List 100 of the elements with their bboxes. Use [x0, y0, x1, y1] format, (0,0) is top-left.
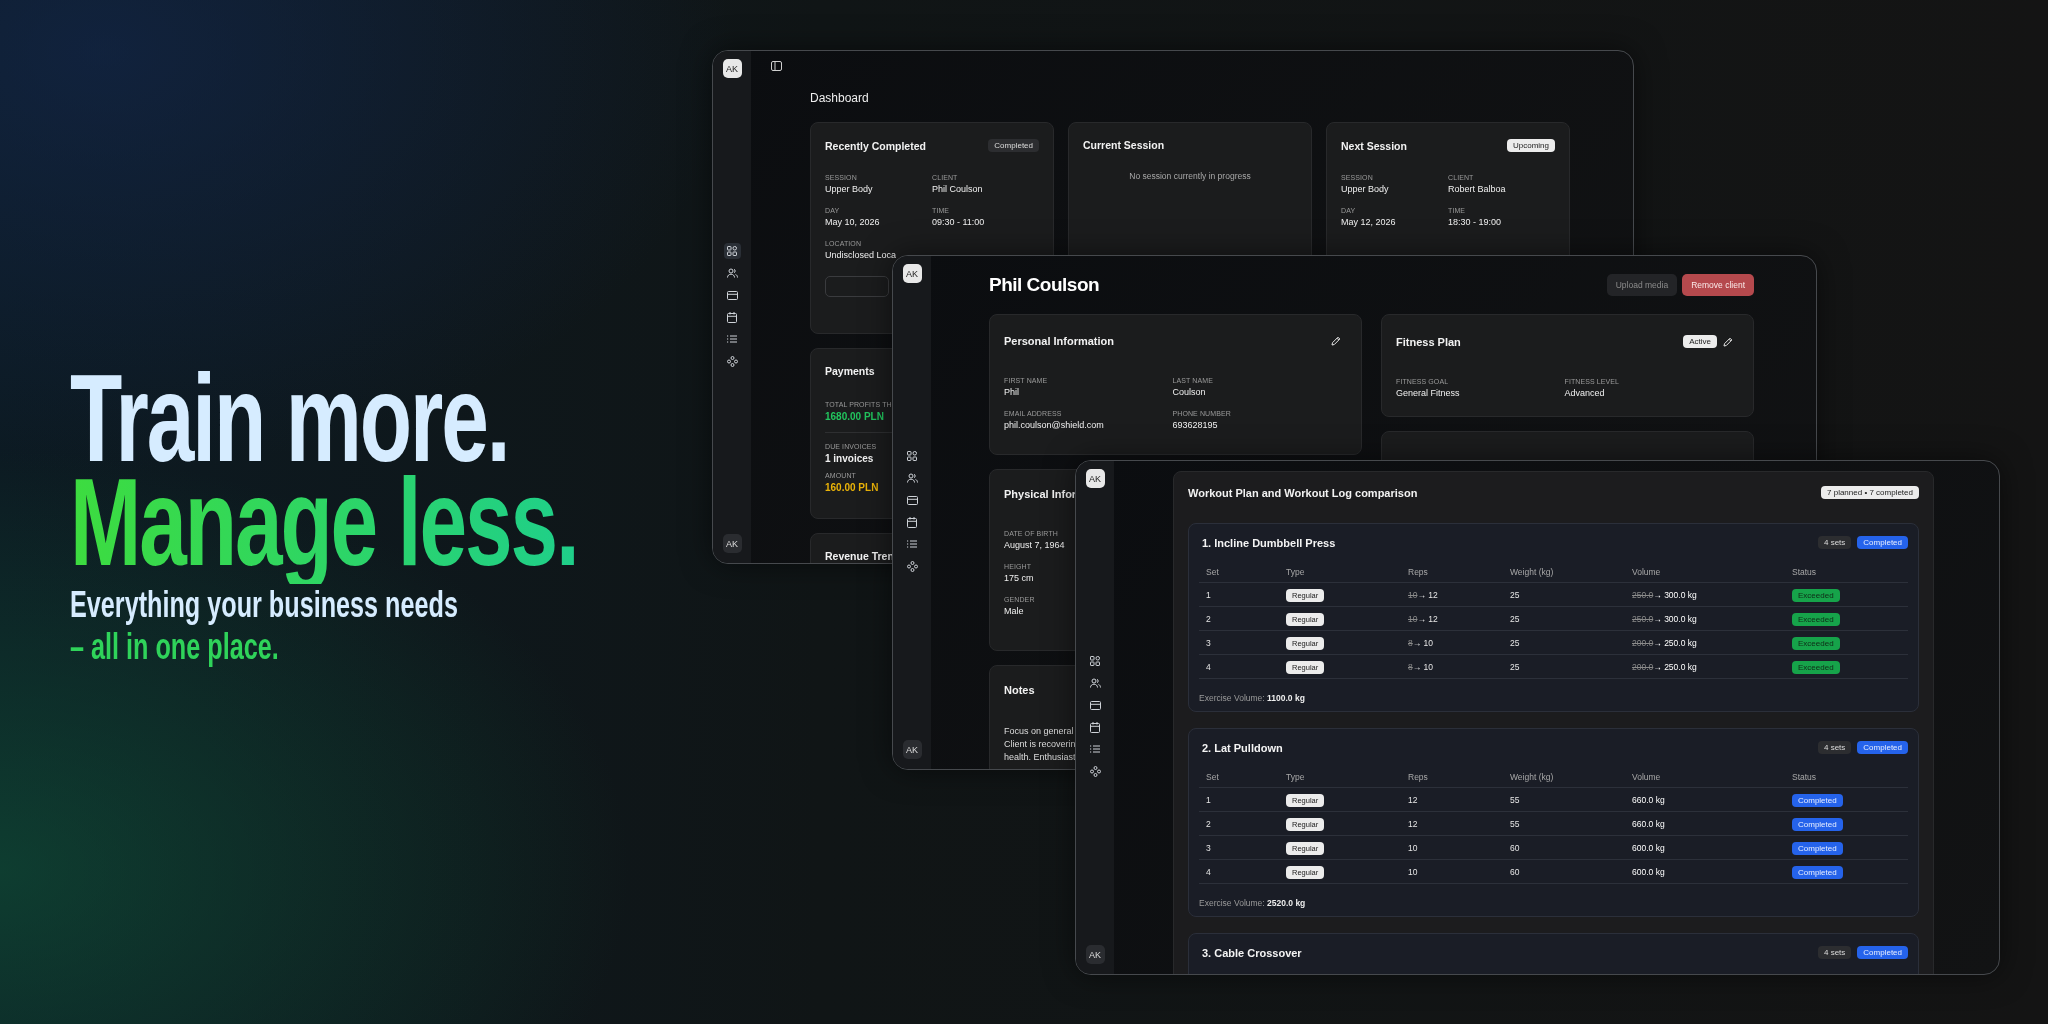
- column-header: Type: [1286, 567, 1306, 577]
- status-badge: Upcoming: [1507, 139, 1555, 152]
- card-title: Current Session: [1083, 139, 1165, 151]
- table-cell-text: 10: [1408, 842, 1419, 853]
- status-badge: Completed: [1792, 817, 1843, 831]
- card-title: Next Session: [1341, 139, 1407, 152]
- headline: Train more.: [70, 366, 509, 470]
- user-avatar[interactable]: AK: [722, 534, 742, 553]
- table-cell-text: 250.0→ 300.0 kg: [1632, 613, 1698, 624]
- field-value: Upper Body: [1341, 184, 1389, 194]
- table-cell-text: 25: [1510, 613, 1521, 624]
- exercise-title: 3. Cable Crossover: [1201, 946, 1302, 959]
- edit-icon[interactable]: [1723, 336, 1733, 347]
- table-cell-text: 10: [1408, 866, 1419, 877]
- edit-icon[interactable]: [1331, 336, 1341, 346]
- status-badge: 4 sets: [1817, 946, 1852, 959]
- table-cell-text: 60: [1510, 866, 1521, 877]
- list-icon: [1090, 745, 1100, 753]
- card-title: Workout Plan and Workout Log comparison: [1188, 486, 1418, 499]
- table-cell-text: 2: [1206, 818, 1212, 829]
- status-badge: Completed: [1792, 793, 1843, 807]
- table-cell-text: 10→ 12: [1408, 589, 1439, 600]
- users-icon: [726, 268, 738, 278]
- column-header: Volume: [1632, 772, 1662, 782]
- column-header: Reps: [1408, 567, 1429, 577]
- field-value: General Fitness: [1396, 388, 1460, 398]
- field-value: 18:30 - 19:00: [1448, 217, 1502, 227]
- upload-button[interactable]: Upload media: [1606, 274, 1678, 296]
- field-value: Upper Body: [825, 184, 873, 194]
- table-cell-text: 3: [1206, 842, 1212, 853]
- table-cell-text: 8→ 10: [1408, 637, 1435, 648]
- calendar-icon: [1090, 721, 1100, 733]
- note-text: health. Enthusiast: [1004, 752, 1076, 762]
- column-header: Reps: [1408, 772, 1429, 782]
- user-avatar[interactable]: AK: [1085, 945, 1105, 964]
- status-badge: 4 sets: [1817, 741, 1852, 754]
- status-badge: Completed: [988, 139, 1039, 152]
- client-name: Phil Coulson: [989, 274, 1100, 296]
- table-cell-text: 2: [1206, 613, 1212, 624]
- field-value: Coulson: [1172, 387, 1206, 397]
- table-cell-text: 8→ 10: [1408, 661, 1435, 672]
- calendar-icon: [907, 516, 917, 528]
- column-header: Weight (kg): [1510, 567, 1555, 577]
- status-badge: Completed: [1857, 946, 1908, 959]
- status-badge: Completed: [1857, 741, 1908, 754]
- credit-card-icon: [726, 290, 738, 300]
- field-value: Robert Balboa: [1448, 184, 1506, 194]
- page-title: Dashboard: [810, 91, 870, 105]
- table-cell-text: 12: [1408, 794, 1419, 805]
- field-value: Phil: [1004, 387, 1019, 397]
- user-avatar[interactable]: AK: [1085, 469, 1105, 488]
- status-badge: Completed: [1792, 841, 1843, 855]
- table-cell-text: 3: [1206, 637, 1212, 648]
- exercise-title: 1. Incline Dumbbell Press: [1201, 536, 1336, 549]
- field-value: 1680.00 PLN: [825, 411, 884, 422]
- field-value: 160.00 PLN: [825, 482, 879, 493]
- field-value: 693628195: [1172, 420, 1218, 430]
- status-badge: Exceeded: [1792, 660, 1840, 674]
- status-badge: 7 planned • 7 completed: [1821, 486, 1919, 499]
- table-cell-text: 12: [1408, 818, 1419, 829]
- dashboard-icon: [1090, 656, 1100, 666]
- user-avatar[interactable]: AK: [722, 59, 742, 78]
- table-cell-text: 25: [1510, 589, 1521, 600]
- status-badge: Exceeded: [1792, 636, 1840, 650]
- remove-button[interactable]: Remove client: [1682, 274, 1754, 296]
- card-title: Notes: [1004, 684, 1035, 696]
- column-header: Set: [1206, 567, 1220, 577]
- sidebar-toggle-icon[interactable]: [771, 61, 782, 71]
- list-icon: [907, 540, 917, 548]
- note-text: Focus on general: [1004, 726, 1074, 736]
- status-badge: Completed: [1857, 536, 1908, 549]
- field-value: May 12, 2026: [1341, 217, 1396, 227]
- exercise-title: 2. Lat Pulldown: [1201, 741, 1283, 754]
- card-title: Recently Completed: [825, 139, 926, 152]
- table-cell-text: 4: [1206, 661, 1212, 672]
- table-cell-text: 10→ 12: [1408, 613, 1439, 624]
- users-icon: [1089, 678, 1101, 688]
- user-avatar[interactable]: AK: [902, 264, 922, 283]
- table-cell-text: 250.0→ 300.0 kg: [1632, 589, 1698, 600]
- column-header: Weight (kg): [1510, 772, 1555, 782]
- tagline: Everything your business needs: [70, 584, 458, 626]
- nodes-icon: [906, 560, 918, 572]
- nav-item[interactable]: [723, 243, 741, 259]
- user-avatar[interactable]: AK: [902, 740, 922, 759]
- field-value: August 7, 1964: [1004, 540, 1065, 550]
- status-badge: Active: [1683, 335, 1717, 348]
- table-cell-text: 55: [1510, 794, 1521, 805]
- card-title: Personal Information: [1004, 335, 1115, 347]
- table-cell-text: 600.0 kg: [1632, 866, 1666, 877]
- table-cell-text: 660.0 kg: [1632, 794, 1666, 805]
- column-header: Type: [1286, 772, 1306, 782]
- table-cell-text: 55: [1510, 818, 1521, 829]
- field-value: 09:30 - 11:00: [932, 217, 985, 227]
- tagline: – all in one place.: [70, 626, 279, 668]
- table-cell-text: 200.0→ 250.0 kg: [1632, 637, 1698, 648]
- status-badge: Completed: [1792, 865, 1843, 879]
- calendar-icon: [727, 311, 737, 323]
- table-cell-text: 25: [1510, 637, 1521, 648]
- dashboard-icon: [727, 246, 737, 256]
- field-value: May 10, 2026: [825, 217, 880, 227]
